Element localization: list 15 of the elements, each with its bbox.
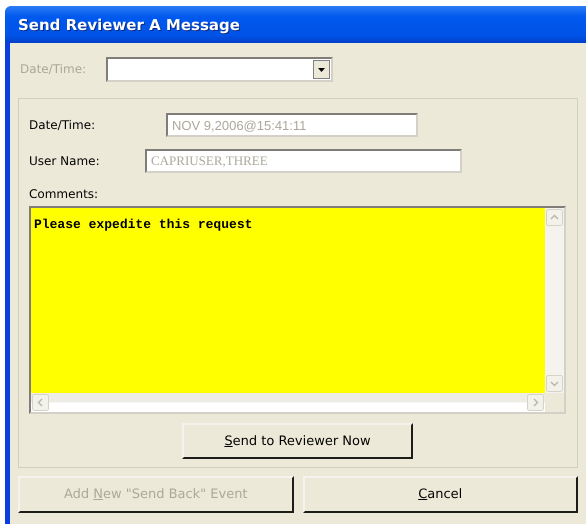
comments-field[interactable]: Please expedite this request xyxy=(29,206,566,414)
comments-text: Please expedite this request xyxy=(34,217,252,232)
scroll-left-icon[interactable] xyxy=(32,394,49,411)
field-label: User Name: xyxy=(29,154,101,168)
cancel-button[interactable]: Cancel xyxy=(302,476,578,513)
send-button[interactable]: Send to Reviewer Now xyxy=(182,423,413,459)
field-label: Comments: xyxy=(29,187,100,201)
scroll-down-icon[interactable] xyxy=(546,375,563,392)
window-title: Send Reviewer A Message xyxy=(18,16,240,34)
scroll-up-icon[interactable] xyxy=(546,209,563,226)
field-label: Date/Time: xyxy=(29,118,96,132)
date-time-dropdown[interactable] xyxy=(106,56,333,82)
scroll-right-icon[interactable] xyxy=(527,394,544,411)
field-label: Date/Time: xyxy=(19,62,88,76)
scrollbar-corner xyxy=(545,393,564,412)
